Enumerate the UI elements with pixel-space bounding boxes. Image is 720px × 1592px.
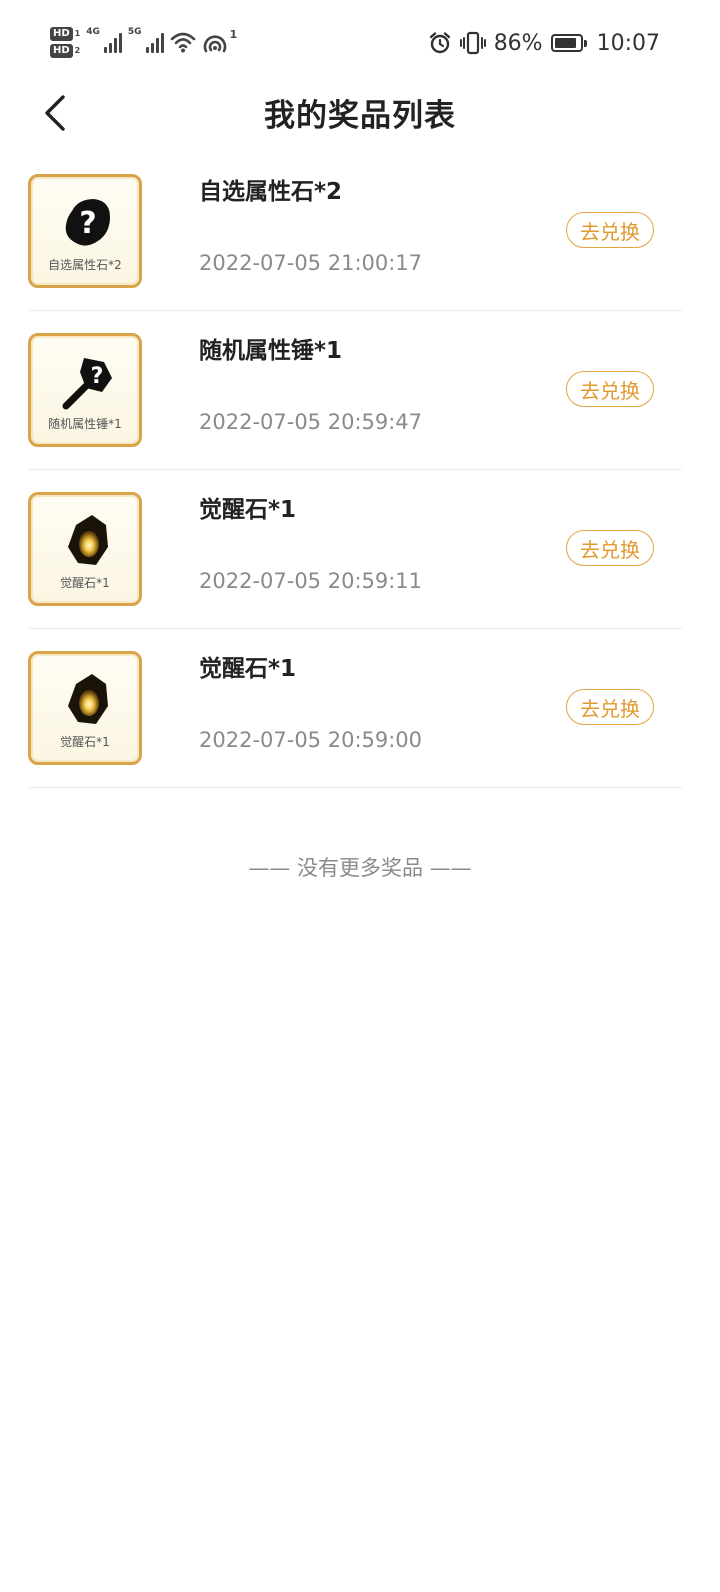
prize-time: 2022-07-05 20:59:00 — [199, 728, 423, 752]
prize-thumbnail: 觉醒石*1 — [28, 651, 142, 765]
prize-time: 2022-07-05 21:00:17 — [199, 251, 423, 275]
clock-time: 10:07 — [596, 30, 660, 56]
prize-item: ? 随机属性锤*1 随机属性锤*1 2022-07-05 20:59:47 去兑… — [28, 311, 682, 470]
prize-time: 2022-07-05 20:59:11 — [199, 569, 423, 593]
awakening-stone-icon — [68, 674, 108, 724]
network-type-1: 4G — [86, 27, 100, 37]
prize-name: 随机属性锤*1 — [199, 338, 343, 364]
prize-name: 觉醒石*1 — [199, 497, 297, 523]
thumbnail-label: 随机属性锤*1 — [48, 417, 122, 431]
alarm-icon — [429, 32, 450, 54]
battery-level-fill — [554, 38, 576, 48]
network-type-2: 5G — [127, 27, 142, 37]
prize-name: 自选属性石*2 — [199, 179, 343, 205]
signal-strength-icon-2 — [145, 31, 164, 53]
prize-time: 2022-07-05 20:59:47 — [199, 410, 423, 434]
hd-badge-1-sub: 1 — [74, 29, 81, 38]
prize-thumbnail: 觉醒石*1 — [28, 492, 142, 606]
prize-thumbnail: ? 随机属性锤*1 — [28, 333, 142, 447]
thumbnail-label: 觉醒石*1 — [60, 576, 110, 590]
signal-strength-icon-1 — [103, 31, 122, 53]
redeem-button[interactable]: 去兑换 — [566, 212, 654, 248]
prize-thumbnail: ? 自选属性石*2 — [28, 174, 142, 288]
prize-item: ? 自选属性石*2 自选属性石*2 2022-07-05 21:00:17 去兑… — [28, 152, 682, 311]
redeem-button[interactable]: 去兑换 — [566, 371, 654, 407]
thumbnail-label: 觉醒石*1 — [60, 735, 110, 749]
nav-header: 我的奖品列表 — [0, 84, 720, 144]
svg-text:?: ? — [79, 206, 96, 241]
page-title: 我的奖品列表 — [264, 98, 456, 134]
battery-percent: 86% — [493, 30, 543, 56]
vibrate-icon — [459, 31, 486, 55]
redeem-button[interactable]: 去兑换 — [566, 530, 654, 566]
hd-indicators: HD 1 HD 2 — [50, 26, 81, 58]
awakening-stone-icon — [68, 515, 108, 565]
list-end-note: —— 没有更多奖品 —— — [248, 856, 472, 880]
hd-badge-2: HD — [50, 43, 73, 58]
hotspot-count: 1 — [229, 27, 238, 41]
prize-name: 觉醒石*1 — [199, 656, 297, 682]
hd-badge-2-sub: 2 — [74, 46, 81, 55]
hotspot-icon — [203, 35, 226, 53]
thumbnail-label: 自选属性石*2 — [48, 258, 122, 272]
prize-item: 觉醒石*1 觉醒石*1 2022-07-05 20:59:00 去兑换 — [28, 629, 682, 788]
hd-badge-1: HD — [50, 26, 73, 41]
status-left: HD 1 HD 2 4G 5G 1 — [50, 22, 241, 62]
status-right: 86% 10:07 — [428, 26, 660, 60]
prize-item: 觉醒石*1 觉醒石*1 2022-07-05 20:59:11 去兑换 — [28, 470, 682, 629]
prize-list: ? 自选属性石*2 自选属性石*2 2022-07-05 21:00:17 去兑… — [28, 152, 682, 788]
wifi-icon — [170, 32, 195, 53]
battery-icon — [550, 34, 587, 52]
redeem-button[interactable]: 去兑换 — [566, 689, 654, 725]
mystery-hammer-icon: ? — [62, 358, 112, 410]
status-bar: HD 1 HD 2 4G 5G 1 86% 10:07 — [0, 0, 720, 84]
svg-text:?: ? — [91, 364, 104, 389]
mystery-stone-icon: ? — [65, 199, 110, 246]
